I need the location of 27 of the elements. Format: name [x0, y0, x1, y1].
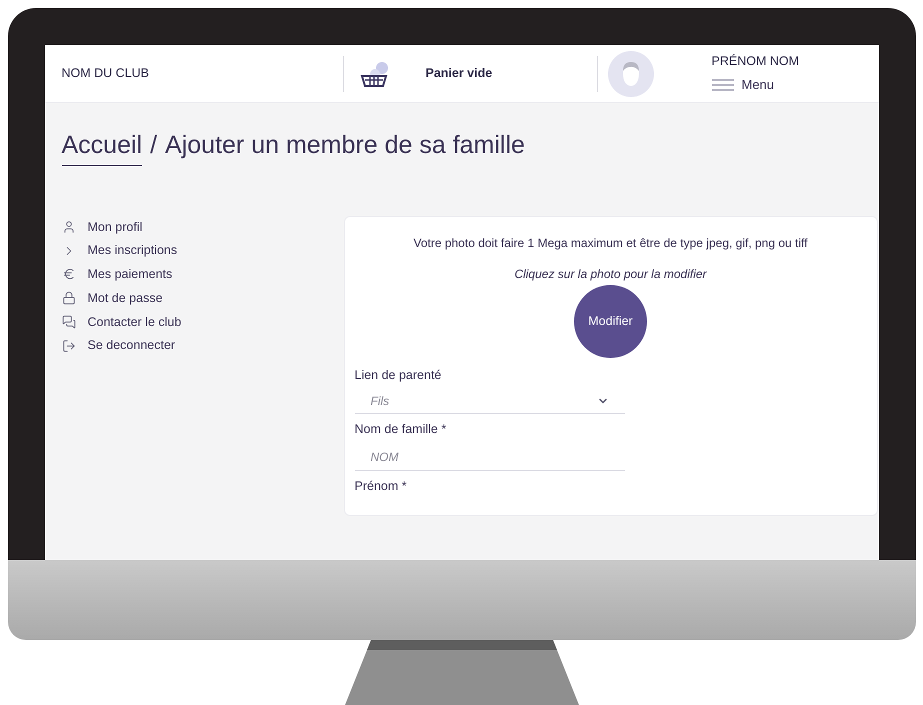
avatar-silhouette-icon — [608, 50, 654, 96]
sidebar-item[interactable]: Mes inscriptions — [62, 241, 344, 260]
euro-icon — [62, 267, 76, 282]
sidebar-item[interactable]: Mes paiements — [62, 265, 344, 284]
sidebar-item[interactable]: Contacter le club — [62, 312, 344, 332]
sidebar-item[interactable]: Mot de passe — [62, 288, 344, 308]
page-title: Ajouter un membre de sa famille — [165, 130, 525, 161]
modify-photo-button[interactable]: Modifier — [574, 284, 647, 358]
club-name[interactable]: NOM DU CLUB — [44, 64, 342, 83]
chat-icon — [62, 314, 76, 329]
field-label: Nom de famille * — [354, 421, 448, 438]
photo-instruction: Cliquez sur la photo pour la modifier — [514, 266, 707, 282]
breadcrumb-separator: / — [150, 130, 158, 161]
field-label: Prénom * — [354, 478, 408, 495]
user-icon — [62, 220, 76, 234]
photo-hint: Votre photo doit faire 1 Mega maximum et être de type jpeg, gif, png ou tiff — [413, 234, 808, 252]
menu-icon — [712, 78, 734, 91]
breadcrumb-home-link[interactable]: Accueil — [62, 127, 142, 166]
user-name[interactable]: PRÉNOM NOM — [712, 52, 799, 72]
field-label: Lien de parenté — [354, 366, 442, 384]
logout-icon — [62, 338, 76, 353]
cart-status[interactable]: Panier vide — [426, 64, 492, 83]
sidebar-item[interactable]: Mon profil — [62, 218, 344, 236]
lock-icon — [62, 291, 76, 306]
basket-icon — [360, 60, 390, 88]
menu-button[interactable]: Menu — [712, 75, 799, 95]
sidebar-item[interactable]: Se deconnecter — [62, 336, 344, 355]
